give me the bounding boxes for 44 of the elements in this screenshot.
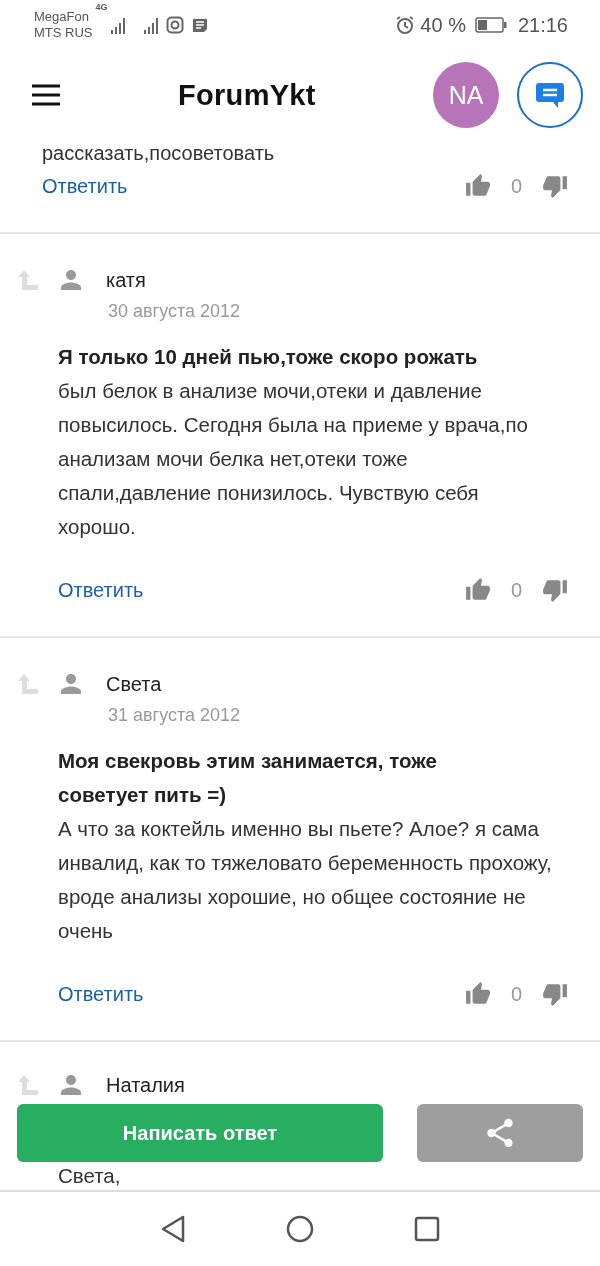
- comment-quote: Моя свекровь этим занимается, тоже советует пить =): [58, 748, 438, 808]
- comment-text: А что за коктейль именно вы пьете? Алое? я сама инвалид, как то тяжеловато беременность прохожу, вроде анализы хорошие, но общее состояние не очень: [58, 816, 553, 944]
- signal-icon: [109, 16, 126, 34]
- reply-arrow-icon: [16, 672, 40, 696]
- reply-link[interactable]: Ответить: [42, 174, 128, 198]
- recents-icon[interactable]: [414, 1216, 440, 1242]
- site-logo[interactable]: ForumYkt: [178, 78, 316, 112]
- vote-count: 0: [510, 982, 522, 1006]
- camera-app-icon: [165, 16, 184, 34]
- comment-text: рассказать,посоветовать: [41, 141, 276, 166]
- menu-icon[interactable]: [32, 84, 60, 106]
- alarm-icon: [395, 15, 416, 35]
- battery-percent: 40 %: [420, 13, 466, 37]
- battery-icon: [474, 17, 507, 33]
- author-name: катя: [106, 268, 146, 292]
- author-name: Наталия: [106, 1073, 185, 1097]
- back-icon[interactable]: [160, 1215, 186, 1243]
- comment-quote: Я только 10 дней пью,тоже скоро рожать: [58, 344, 479, 370]
- thumbs-down-icon[interactable]: [542, 173, 568, 199]
- author-name: Света: [106, 672, 162, 696]
- clock-time: 21:16: [517, 13, 568, 37]
- thumbs-down-icon[interactable]: [542, 577, 568, 603]
- message-icon: [191, 17, 208, 33]
- thumbs-up-icon[interactable]: [464, 173, 491, 199]
- vote-count: 0: [510, 174, 522, 198]
- thumbs-up-icon[interactable]: [464, 981, 491, 1007]
- user-avatar[interactable]: NA: [433, 62, 499, 128]
- reply-link[interactable]: Ответить: [58, 982, 144, 1006]
- signal-icon: [141, 16, 160, 34]
- home-icon[interactable]: [286, 1215, 314, 1243]
- comment-date: 31 августа 2012: [108, 705, 242, 726]
- carrier-name: MTS RUS: [34, 25, 93, 41]
- network-type: 4G: [95, 2, 108, 12]
- reply-arrow-icon: [16, 1073, 40, 1097]
- carrier-name: MegaFon: [34, 9, 90, 25]
- share-button[interactable]: [417, 1104, 583, 1162]
- comment-text: был белок в анализе мочи,отеки и давление повысилось. Сегодня была на приеме у врача,по анализам мочи белка нет,отеки тоже спали,давление понизилось. Чувствую себя хорошо.: [58, 378, 529, 540]
- comment-date: 30 августа 2012: [108, 301, 242, 322]
- thumbs-down-icon[interactable]: [542, 981, 568, 1007]
- reply-link[interactable]: Ответить: [58, 578, 144, 602]
- vote-count: 0: [510, 578, 522, 602]
- reply-arrow-icon: [16, 268, 40, 292]
- comment-text: Света,: [58, 1164, 122, 1188]
- thumbs-up-icon[interactable]: [464, 577, 491, 603]
